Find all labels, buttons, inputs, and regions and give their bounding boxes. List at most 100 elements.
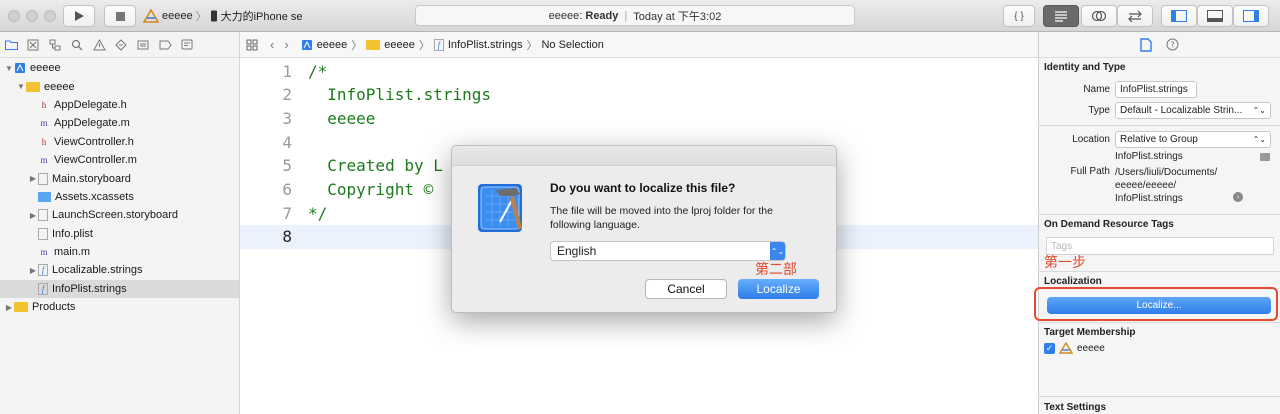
activity-status: Ready [585,9,619,22]
navigator-item[interactable]: h ViewController.h [0,133,239,151]
code-text: InfoPlist.strings [308,85,492,105]
code-text: Copyright © [308,180,434,199]
reveal-arrow-icon[interactable]: › [1233,192,1243,202]
localize-confirm-button[interactable]: Localize [738,279,819,299]
close-window-button[interactable] [8,10,20,22]
language-popup[interactable]: English ⌃⌄ [550,241,786,261]
folder-icon[interactable] [1260,152,1270,161]
code-line[interactable]: 1 /* [240,59,1038,83]
left-panel-icon [1171,10,1187,22]
navigator-item[interactable]: m ViewController.m [0,151,239,169]
navigator-item[interactable]: ▼ eeeee [0,77,239,95]
folder-tab-icon[interactable] [0,36,22,54]
jump-bar: ‹ › eeeee 〉 eeeee 〉 f InfoPlist.strings … [240,32,1038,58]
fullpath-label: Full Path [1070,166,1110,177]
navigator-item[interactable]: ▶ Products [0,298,239,316]
help-icon[interactable]: ? [1166,38,1179,51]
dialog-description: The file will be moved into the lproj fo… [550,205,773,231]
line-number: 2 [282,85,292,105]
navigator-item[interactable]: f InfoPlist.strings [0,279,239,299]
forward-arrow-icon[interactable]: › [284,37,288,52]
fullpath-row: Full Path /Users/liuli/Documents/ eeeee/… [1039,166,1280,205]
localize-button[interactable]: Localize... [1047,297,1271,314]
report-icon[interactable] [176,36,198,54]
navigator-item[interactable]: ▶ Main.storyboard [0,169,239,187]
standard-editor-button[interactable] [1043,5,1079,27]
app-target-icon [143,9,159,23]
back-arrow-icon[interactable]: ‹ [270,37,274,52]
xcode-window: eeeee 〉 大力的iPhone se eeeee: Ready | Toda… [0,0,1280,414]
toggle-debug-area-button[interactable] [1197,5,1233,27]
navigator-item-label: AppDelegate.m [54,117,130,130]
source-file-icon: m [40,247,48,258]
navigator-item-label: main.m [54,246,91,259]
source-file-icon: m [40,155,48,166]
navigator-item[interactable]: Assets.xcassets [0,188,239,206]
name-field[interactable]: InfoPlist.strings [1115,81,1197,98]
lines-icon [1055,11,1067,22]
navigator-item[interactable]: m main.m [0,243,239,261]
toggle-inspector-button[interactable] [1233,5,1269,27]
run-button[interactable] [63,5,95,27]
search-icon[interactable] [66,36,88,54]
disclosure-triangle-icon[interactable]: ▼ [16,82,26,91]
minimize-window-button[interactable] [26,10,38,22]
navigator-item-label: Main.storyboard [52,172,131,185]
code-line[interactable]: 2 InfoPlist.strings [240,83,1038,107]
symbol-tab-icon[interactable] [44,36,66,54]
breadcrumb-project[interactable]: eeeee [317,39,348,51]
debug-gauge-icon[interactable] [132,36,154,54]
disclosure-triangle-icon[interactable]: ▼ [4,64,14,73]
disclosure-triangle-icon[interactable]: ▶ [28,266,38,275]
navigator-item-label: Products [32,301,76,314]
navigator-item[interactable]: ▶ f Localizable.strings [0,261,239,279]
navigator-item[interactable]: ▼ eeeee [0,59,239,77]
checkbox-checked-icon[interactable]: ✓ [1044,342,1055,354]
source-control-tab-icon[interactable] [22,36,44,54]
app-target-icon [1059,342,1073,354]
activity-project: eeeee: [548,9,583,22]
breadcrumb-selection[interactable]: No Selection [541,39,603,51]
fullpath-line: eeeee/eeeee/ [1115,180,1177,191]
storyboard-icon [38,209,48,222]
project-navigator: ▼ eeeee ▼ eeeee h AppDelegate.h m AppDelegate.m… [0,32,240,414]
code-line[interactable]: 3 eeeee [240,106,1038,130]
location-popup[interactable]: Relative to Group ⌃⌄ [1115,131,1271,148]
name-label: Name [1083,84,1110,95]
file-icon[interactable] [1140,37,1152,52]
scheme-device: 大力的iPhone se [220,11,303,23]
navigator-item-label: eeeee [44,80,75,93]
disclosure-triangle-icon[interactable]: ▶ [28,211,38,220]
navigator-item[interactable]: Info.plist [0,225,239,243]
version-editor-button[interactable] [1117,5,1153,27]
divider [1039,125,1280,126]
breakpoint-icon[interactable] [154,36,176,54]
breadcrumb-group[interactable]: eeeee [384,39,415,51]
updown-arrows-icon: ⌃⌄ [770,242,785,260]
warning-icon[interactable] [88,36,110,54]
test-diamond-icon[interactable] [110,36,132,54]
navigator-item[interactable]: ▶ LaunchScreen.storyboard [0,206,239,224]
navigator-item[interactable]: h AppDelegate.h [0,96,239,114]
location-row: Location Relative to Group ⌃⌄ [1039,131,1280,148]
disclosure-triangle-icon[interactable]: ▶ [28,174,38,183]
grid-icon[interactable] [246,39,258,51]
arrows-icon [1128,10,1142,22]
navigator-tabs [0,32,239,58]
cancel-button[interactable]: Cancel [645,279,727,299]
stop-button[interactable] [104,5,136,27]
assistant-icon [1091,10,1107,22]
type-row: Type Default - Localizable Strin... ⌃⌄ [1039,102,1280,119]
navigator-item[interactable]: m AppDelegate.m [0,114,239,132]
assistant-editor-button[interactable] [1081,5,1117,27]
braces-icon: { } [1014,10,1024,22]
breadcrumb-file[interactable]: InfoPlist.strings [448,39,523,51]
localize-dialog: Do you want to localize this file? The f… [451,145,837,313]
scheme-selector[interactable]: eeeee 〉 大力的iPhone se [143,6,303,26]
type-popup[interactable]: Default - Localizable Strin... ⌃⌄ [1115,102,1271,119]
library-button[interactable]: { } [1003,5,1035,27]
language-value: English [557,244,597,258]
zoom-window-button[interactable] [44,10,56,22]
disclosure-triangle-icon[interactable]: ▶ [4,303,14,312]
toggle-navigator-button[interactable] [1161,5,1197,27]
